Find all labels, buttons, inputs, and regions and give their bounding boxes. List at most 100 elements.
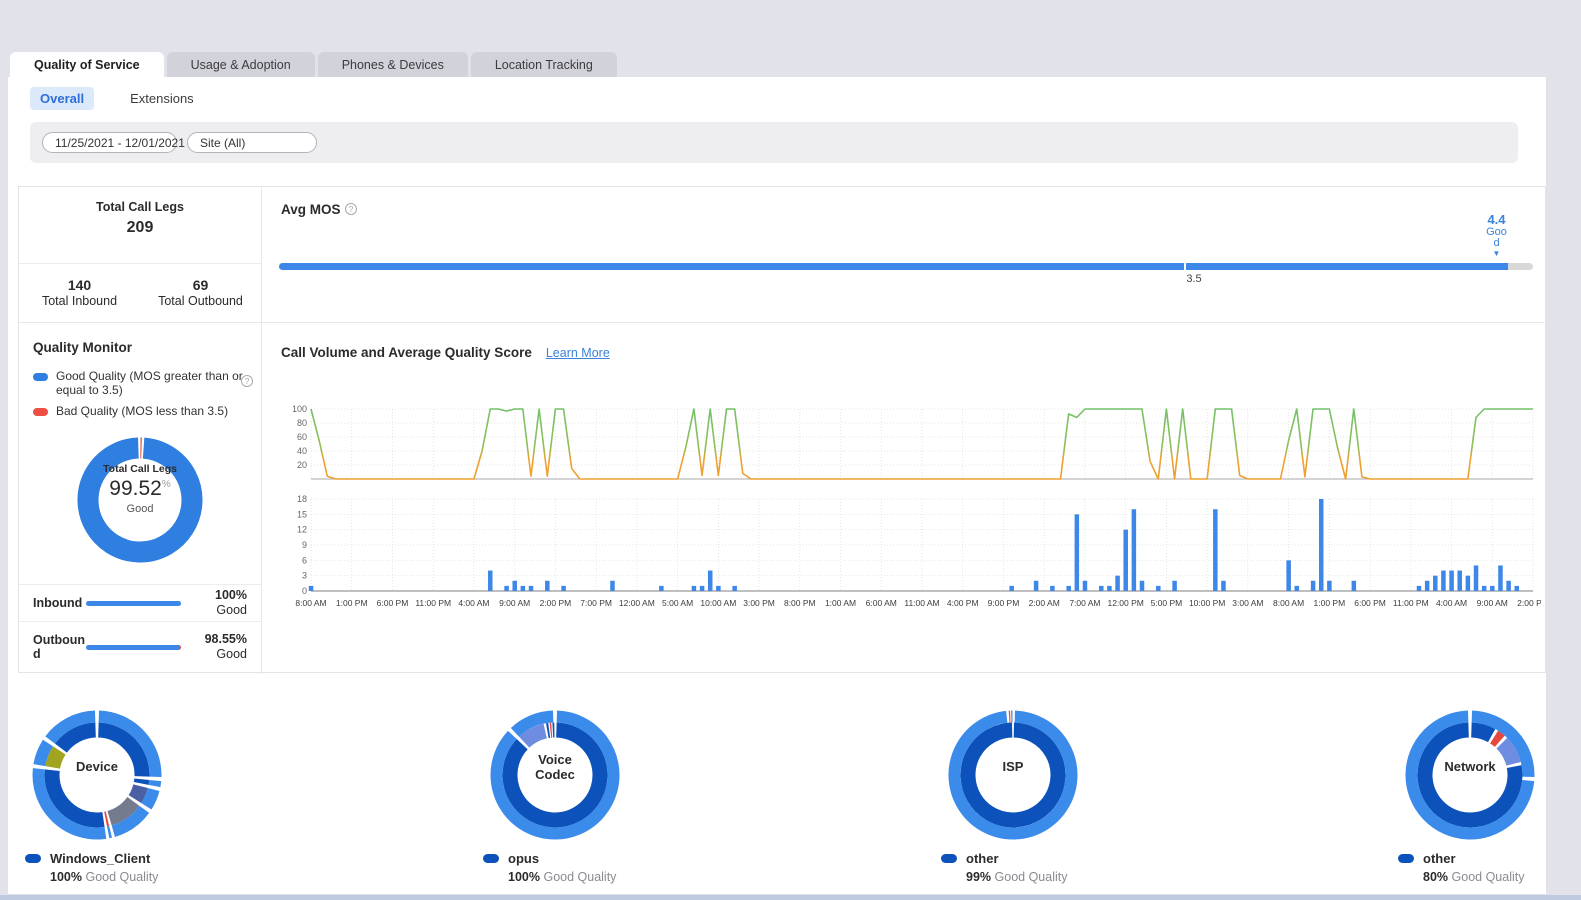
device-donut-chart[interactable] — [22, 700, 172, 850]
outbound-quality-text: 98.55% Good — [187, 632, 247, 662]
outbound-bar-good — [86, 645, 180, 650]
svg-text:1:00 PM: 1:00 PM — [1314, 598, 1346, 608]
avg-mos-threshold-tick — [1184, 263, 1186, 270]
svg-text:18: 18 — [297, 494, 307, 504]
svg-text:3:00 PM: 3:00 PM — [743, 598, 775, 608]
svg-text:11:00 PM: 11:00 PM — [1393, 598, 1429, 608]
outbound-quality-bar — [86, 645, 181, 650]
call-volume-bar-chart[interactable]: 8:00 AM 1:00 PM 6:00 PM 11:00 PM 4:00 AM 9:00… — [293, 491, 1541, 615]
legend-good-quality: Good Quality (MOS greater than or equal … — [33, 369, 247, 397]
left-divider-3 — [19, 621, 261, 622]
learn-more-link[interactable]: Learn More — [546, 346, 610, 360]
bad-quality-pill-icon — [33, 408, 48, 416]
svg-text:4:00 AM: 4:00 AM — [1436, 598, 1467, 608]
horizontal-divider — [19, 322, 1547, 323]
total-outbound-label: Total Outbound — [140, 294, 261, 308]
total-call-legs-value: 209 — [19, 219, 261, 237]
voice-codec-legend-name: opus — [508, 851, 539, 866]
svg-text:7:00 AM: 7:00 AM — [1069, 598, 1100, 608]
inbound-pct: 100% — [215, 588, 247, 602]
svg-text:5:00 PM: 5:00 PM — [1151, 598, 1183, 608]
svg-text:100: 100 — [293, 404, 307, 414]
avg-mos-value-label: Good — [1484, 227, 1509, 250]
avg-mos-gauge-track — [279, 263, 1533, 270]
avg-mos-title: Avg MOS — [281, 202, 341, 217]
voice-codec-legend: opus 100% Good Quality — [483, 851, 616, 884]
total-outbound-value: 69 — [140, 277, 261, 293]
quality-donut-center-sub: Good — [70, 503, 210, 515]
total-call-legs-label: Total Call Legs — [19, 200, 261, 214]
isp-donut-chart[interactable] — [938, 700, 1088, 850]
svg-text:4:00 PM: 4:00 PM — [947, 598, 979, 608]
outbound-sub: Good — [216, 647, 247, 661]
svg-text:80: 80 — [297, 418, 307, 428]
left-divider-1 — [19, 263, 261, 264]
svg-text:1:00 AM: 1:00 AM — [825, 598, 856, 608]
svg-text:8:00 AM: 8:00 AM — [295, 598, 326, 608]
total-inbound-label: Total Inbound — [19, 294, 140, 308]
quality-donut-center: Total Call Legs 99.52% Good — [70, 463, 210, 515]
svg-text:2:00 PM: 2:00 PM — [1517, 598, 1541, 608]
isp-legend-pct: 99% — [966, 870, 991, 884]
svg-text:6:00 PM: 6:00 PM — [1354, 598, 1386, 608]
network-legend-pill-icon — [1398, 854, 1414, 863]
svg-text:8:00 PM: 8:00 PM — [784, 598, 816, 608]
svg-text:15: 15 — [297, 509, 307, 519]
network-donut-center-label: Network — [1430, 760, 1510, 775]
inbound-quality-row: Inbound 100% Good — [19, 585, 261, 621]
inbound-row-label: Inbound — [33, 596, 86, 610]
isp-legend: other 99% Good Quality — [941, 851, 1067, 884]
tab-quality-of-service[interactable]: Quality of Service — [10, 52, 164, 77]
device-legend-sub: Good Quality — [85, 870, 158, 884]
subtab-extensions[interactable]: Extensions — [120, 87, 204, 110]
svg-text:3:00 AM: 3:00 AM — [1232, 598, 1263, 608]
svg-text:5:00 AM: 5:00 AM — [662, 598, 693, 608]
svg-text:11:00 AM: 11:00 AM — [904, 598, 939, 608]
good-quality-pill-icon — [33, 373, 48, 381]
isp-legend-pill-icon — [941, 854, 957, 863]
avg-mos-help-icon[interactable]: ? — [345, 203, 357, 215]
device-donut-center-label: Device — [57, 760, 137, 775]
svg-text:10:00 AM: 10:00 AM — [700, 598, 736, 608]
quality-donut-center-value: 99.52 — [109, 477, 162, 500]
tab-phones-devices[interactable]: Phones & Devices — [318, 52, 468, 77]
avg-mos-value: 4.4 — [1484, 213, 1509, 227]
quality-score-line-chart[interactable]: 20406080100 — [293, 399, 1541, 487]
marker-arrow-icon: ▼ — [1484, 250, 1509, 258]
subtab-overall[interactable]: Overall — [30, 87, 94, 110]
vertical-divider — [261, 187, 262, 674]
svg-text:9: 9 — [302, 540, 307, 550]
inbound-quality-bar — [86, 601, 181, 606]
network-donut-chart[interactable] — [1395, 700, 1545, 850]
network-legend: other 80% Good Quality — [1398, 851, 1524, 884]
voice-codec-legend-pill-icon — [483, 854, 499, 863]
svg-text:9:00 PM: 9:00 PM — [988, 598, 1020, 608]
tab-usage-adoption[interactable]: Usage & Adoption — [167, 52, 315, 77]
svg-text:9:00 AM: 9:00 AM — [499, 598, 530, 608]
quality-donut-center-unit: % — [162, 479, 171, 490]
date-range-input[interactable]: 11/25/2021 - 12/01/2021 — [42, 132, 177, 153]
sub-tab-bar: Overall Extensions — [30, 87, 204, 110]
top-tab-bar: Quality of Service Usage & Adoption Phon… — [10, 52, 617, 77]
inbound-quality-text: 100% Good — [181, 588, 247, 618]
outbound-quality-row: Outbound 98.55% Good — [19, 623, 261, 671]
isp-donut-center-label: ISP — [973, 760, 1053, 775]
svg-text:6:00 PM: 6:00 PM — [377, 598, 409, 608]
call-volume-title: Call Volume and Average Quality Score — [281, 345, 532, 360]
inbound-bar-good — [86, 601, 181, 606]
network-legend-sub: Good Quality — [1452, 870, 1525, 884]
inbound-sub: Good — [216, 603, 247, 617]
network-legend-name: other — [1423, 851, 1456, 866]
quality-donut-center-title: Total Call Legs — [70, 463, 210, 475]
device-legend-pct: 100% — [50, 870, 82, 884]
device-legend-name: Windows_Client — [50, 851, 150, 866]
svg-text:40: 40 — [297, 446, 307, 456]
quality-legend-help-icon[interactable]: ? — [241, 375, 253, 387]
tab-location-tracking[interactable]: Location Tracking — [471, 52, 617, 77]
svg-text:7:00 PM: 7:00 PM — [580, 598, 612, 608]
voice-codec-legend-sub: Good Quality — [543, 870, 616, 884]
outbound-bar-bad — [180, 645, 181, 650]
svg-text:1:00 PM: 1:00 PM — [336, 598, 368, 608]
site-filter-input[interactable]: Site (All) — [187, 132, 317, 153]
svg-text:12:00 AM: 12:00 AM — [619, 598, 655, 608]
